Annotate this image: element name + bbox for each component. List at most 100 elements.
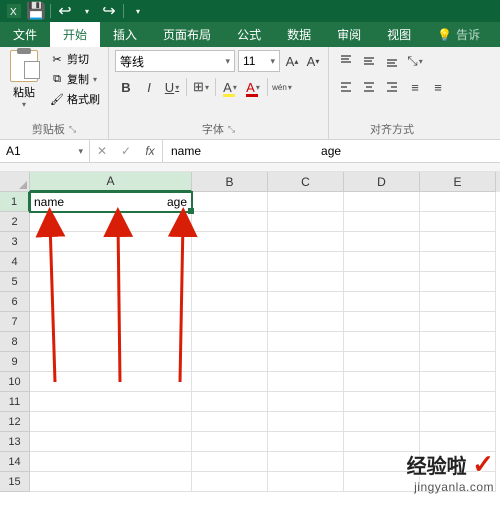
bold-button[interactable]: B: [115, 76, 137, 98]
row-header[interactable]: 15: [0, 472, 30, 492]
insert-function-button[interactable]: fx: [138, 144, 162, 158]
row-header[interactable]: 12: [0, 412, 30, 432]
font-name-combo[interactable]: 等线▾: [115, 50, 235, 72]
cell[interactable]: [268, 272, 344, 292]
tab-formulas[interactable]: 公式: [224, 22, 274, 47]
cell[interactable]: [420, 292, 496, 312]
dialog-launcher-icon[interactable]: ⤡: [69, 124, 76, 135]
cell[interactable]: [420, 352, 496, 372]
cell[interactable]: [420, 372, 496, 392]
cell[interactable]: [268, 192, 344, 212]
cell[interactable]: [268, 232, 344, 252]
cancel-formula-button[interactable]: ✕: [90, 144, 114, 158]
italic-button[interactable]: I: [138, 76, 160, 98]
cell[interactable]: [30, 292, 192, 312]
cell[interactable]: [192, 272, 268, 292]
align-right-button[interactable]: [381, 76, 403, 98]
cell[interactable]: [344, 212, 420, 232]
cell[interactable]: [192, 452, 268, 472]
cell[interactable]: [420, 312, 496, 332]
cell[interactable]: [30, 352, 192, 372]
column-header-a[interactable]: A: [30, 172, 192, 192]
cell[interactable]: [420, 392, 496, 412]
row-header[interactable]: 3: [0, 232, 30, 252]
fill-color-button[interactable]: A▾: [219, 76, 241, 98]
row-header[interactable]: 10: [0, 372, 30, 392]
cell[interactable]: [30, 372, 192, 392]
cell[interactable]: [268, 252, 344, 272]
cell[interactable]: [30, 412, 192, 432]
row-header[interactable]: 4: [0, 252, 30, 272]
cell[interactable]: [268, 212, 344, 232]
cell[interactable]: [268, 392, 344, 412]
cell[interactable]: [268, 292, 344, 312]
cell[interactable]: [420, 232, 496, 252]
cell[interactable]: [30, 252, 192, 272]
cell[interactable]: [192, 412, 268, 432]
cell[interactable]: [420, 412, 496, 432]
cell[interactable]: [268, 432, 344, 452]
cell[interactable]: [30, 392, 192, 412]
cell[interactable]: [420, 252, 496, 272]
cell[interactable]: [344, 372, 420, 392]
tab-file[interactable]: 文件: [0, 22, 50, 47]
cell[interactable]: [30, 212, 192, 232]
formula-bar[interactable]: name age: [163, 140, 500, 162]
column-header-e[interactable]: E: [420, 172, 496, 192]
save-button[interactable]: 💾: [26, 2, 46, 20]
cell[interactable]: [420, 192, 496, 212]
row-header[interactable]: 8: [0, 332, 30, 352]
tab-home[interactable]: 开始: [50, 22, 100, 47]
cell[interactable]: [192, 392, 268, 412]
cell[interactable]: [192, 292, 268, 312]
align-top-button[interactable]: [335, 50, 357, 72]
column-header-b[interactable]: B: [192, 172, 268, 192]
cell[interactable]: [30, 332, 192, 352]
cell[interactable]: [420, 212, 496, 232]
cell[interactable]: [192, 192, 268, 212]
underline-button[interactable]: U▾: [161, 76, 183, 98]
row-header[interactable]: 7: [0, 312, 30, 332]
cell[interactable]: [344, 232, 420, 252]
cell[interactable]: [420, 272, 496, 292]
cell[interactable]: [30, 272, 192, 292]
cell[interactable]: [344, 272, 420, 292]
redo-button[interactable]: ↪: [99, 2, 119, 20]
font-size-combo[interactable]: 11▾: [238, 50, 280, 72]
select-all-corner[interactable]: [0, 172, 30, 192]
cell[interactable]: [268, 312, 344, 332]
tab-review[interactable]: 审阅: [324, 22, 374, 47]
align-left-button[interactable]: [335, 76, 357, 98]
row-header[interactable]: 6: [0, 292, 30, 312]
cut-button[interactable]: ✂剪切: [48, 50, 102, 68]
dialog-launcher-icon[interactable]: ⤡: [228, 124, 235, 135]
cell[interactable]: [192, 472, 268, 492]
cell[interactable]: [344, 292, 420, 312]
orientation-button[interactable]: ⤡▾: [404, 50, 426, 72]
increase-indent-button[interactable]: ≡: [427, 76, 449, 98]
cell[interactable]: [268, 372, 344, 392]
cell[interactable]: [268, 472, 344, 492]
cell[interactable]: [420, 332, 496, 352]
cell[interactable]: nameage: [30, 192, 192, 212]
tab-tell-me[interactable]: 💡告诉: [424, 22, 493, 47]
row-header[interactable]: 2: [0, 212, 30, 232]
tab-insert[interactable]: 插入: [100, 22, 150, 47]
cell[interactable]: [344, 312, 420, 332]
qat-customize[interactable]: ▾: [128, 2, 148, 20]
cell[interactable]: [344, 332, 420, 352]
decrease-font-button[interactable]: A▾: [304, 50, 322, 72]
row-header[interactable]: 14: [0, 452, 30, 472]
cell[interactable]: [192, 372, 268, 392]
format-painter-button[interactable]: 🖌格式刷: [48, 90, 102, 108]
tab-view[interactable]: 视图: [374, 22, 424, 47]
row-header[interactable]: 1: [0, 192, 30, 212]
undo-dropdown[interactable]: ▾: [77, 2, 97, 20]
phonetic-button[interactable]: wén▾: [271, 76, 293, 98]
cell[interactable]: [192, 212, 268, 232]
cell[interactable]: [268, 332, 344, 352]
decrease-indent-button[interactable]: ≡: [404, 76, 426, 98]
paste-button[interactable]: 粘贴 ▾: [6, 50, 42, 109]
row-header[interactable]: 13: [0, 432, 30, 452]
cell[interactable]: [192, 432, 268, 452]
